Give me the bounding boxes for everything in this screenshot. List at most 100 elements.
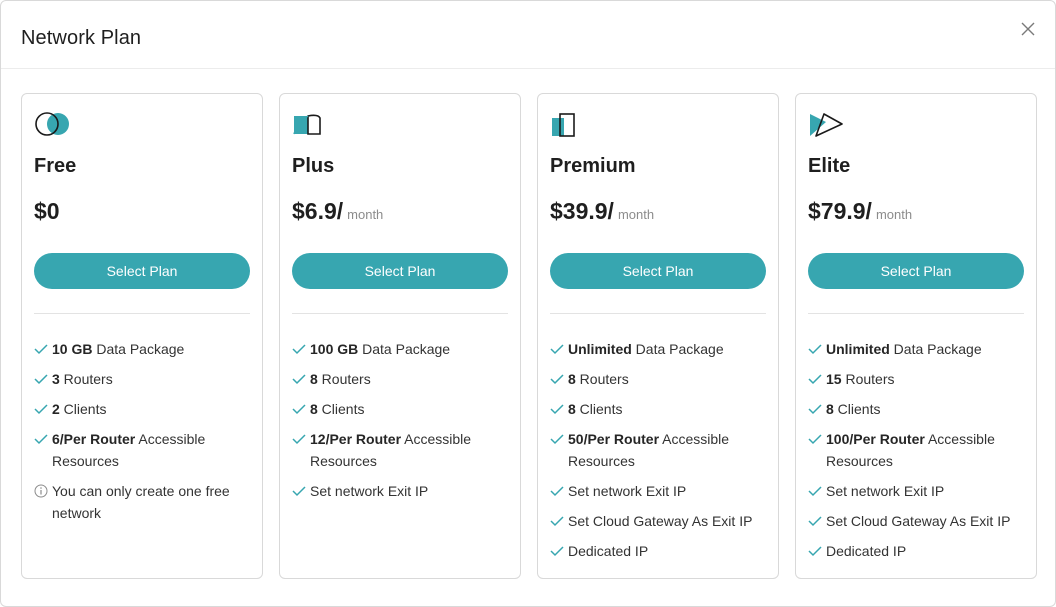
select-plan-button[interactable]: Select Plan bbox=[34, 253, 250, 289]
check-icon bbox=[808, 486, 822, 497]
plan-name: Plus bbox=[292, 155, 335, 177]
feature-item: 8 Clients bbox=[292, 398, 512, 420]
feature-list: 100 GB Data Package 8 Routers 8 Clients … bbox=[292, 338, 512, 510]
feature-text: Clients bbox=[575, 401, 623, 417]
feature-text: Data Package bbox=[92, 341, 185, 357]
check-icon bbox=[292, 404, 306, 415]
plan-price: $39.9/month bbox=[550, 197, 654, 225]
network-plan-modal: Network Plan Free $0 Select Plan 10 GB D… bbox=[0, 0, 1056, 607]
check-icon bbox=[808, 434, 822, 445]
feature-highlight: 15 bbox=[826, 371, 842, 387]
feature-item-note: You can only create one free network bbox=[34, 480, 254, 524]
check-icon bbox=[550, 374, 564, 385]
modal-header: Network Plan bbox=[1, 1, 1055, 69]
check-icon bbox=[550, 434, 564, 445]
price-period: month bbox=[875, 207, 913, 222]
plan-name: Elite bbox=[808, 155, 851, 177]
feature-text: Clients bbox=[317, 401, 365, 417]
price-period: month bbox=[347, 207, 384, 222]
check-icon bbox=[292, 344, 306, 355]
check-icon bbox=[808, 374, 822, 385]
check-icon bbox=[550, 486, 564, 497]
feature-item: 6/Per Router Accessible Resources bbox=[34, 428, 254, 472]
feature-item: 8 Clients bbox=[808, 398, 1028, 420]
check-icon bbox=[34, 374, 48, 385]
triangles-icon bbox=[810, 113, 843, 137]
check-icon bbox=[292, 434, 306, 445]
feature-highlight: 8 bbox=[568, 401, 576, 417]
feature-item: 2 Clients bbox=[34, 398, 254, 420]
feature-item: Unlimited Data Package bbox=[808, 338, 1028, 360]
feature-item: Dedicated IP bbox=[550, 540, 770, 562]
feature-highlight: 12/Per Router bbox=[310, 431, 402, 447]
plan-card-plus: Plus $6.9/month Select Plan 100 GB Data … bbox=[279, 93, 521, 579]
plan-cards: Free $0 Select Plan 10 GB Data Package 3… bbox=[21, 93, 1037, 579]
feature-highlight: 8 bbox=[310, 371, 318, 387]
feature-text: Set Cloud Gateway As Exit IP bbox=[826, 513, 1011, 529]
feature-highlight: 10 GB bbox=[52, 341, 93, 357]
feature-text: Set network Exit IP bbox=[310, 483, 429, 499]
feature-list: 10 GB Data Package 3 Routers 2 Clients 6… bbox=[34, 338, 254, 532]
feature-highlight: 100 GB bbox=[310, 341, 359, 357]
check-icon bbox=[808, 344, 822, 355]
feature-text: Data Package bbox=[358, 341, 451, 357]
feature-highlight: 8 bbox=[826, 401, 834, 417]
plan-price: $0 bbox=[34, 197, 64, 225]
plan-card-free: Free $0 Select Plan 10 GB Data Package 3… bbox=[21, 93, 263, 579]
plan-name: Premium bbox=[550, 155, 636, 177]
circles-icon bbox=[35, 112, 69, 136]
feature-text: Data Package bbox=[631, 341, 724, 357]
divider bbox=[34, 313, 250, 314]
feature-text: You can only create one free network bbox=[52, 483, 230, 521]
feature-highlight: 8 bbox=[310, 401, 318, 417]
price-amount: $39.9/ bbox=[550, 198, 614, 224]
check-icon bbox=[550, 516, 564, 527]
feature-highlight: Unlimited bbox=[826, 341, 890, 357]
feature-item: 10 GB Data Package bbox=[34, 338, 254, 360]
select-plan-button[interactable]: Select Plan bbox=[550, 253, 766, 289]
feature-highlight: 6/Per Router bbox=[52, 431, 136, 447]
feature-text: Clients bbox=[833, 401, 881, 417]
feature-text: Set Cloud Gateway As Exit IP bbox=[568, 513, 753, 529]
feature-highlight: 2 bbox=[52, 401, 60, 417]
feature-item: Set Cloud Gateway As Exit IP bbox=[808, 510, 1028, 532]
feature-highlight: 8 bbox=[568, 371, 576, 387]
plan-card-premium: Premium $39.9/month Select Plan Unlimite… bbox=[537, 93, 779, 579]
feature-highlight: 100/Per Router bbox=[826, 431, 925, 447]
modal-title: Network Plan bbox=[21, 27, 142, 49]
check-icon bbox=[34, 404, 48, 415]
plan-price: $6.9/month bbox=[292, 197, 383, 225]
check-icon bbox=[550, 546, 564, 557]
feature-item: Set network Exit IP bbox=[550, 480, 770, 502]
feature-text: Routers bbox=[317, 371, 371, 387]
check-icon bbox=[34, 344, 48, 355]
feature-item: Unlimited Data Package bbox=[550, 338, 770, 360]
feature-text: Routers bbox=[59, 371, 113, 387]
close-icon[interactable] bbox=[1019, 20, 1037, 38]
check-icon bbox=[292, 374, 306, 385]
check-icon bbox=[34, 434, 48, 445]
quarter-shape-icon bbox=[293, 114, 321, 135]
feature-item: 100 GB Data Package bbox=[292, 338, 512, 360]
feature-text: Set network Exit IP bbox=[568, 483, 687, 499]
feature-highlight: 50/Per Router bbox=[568, 431, 660, 447]
feature-text: Dedicated IP bbox=[826, 543, 907, 559]
feature-item: 12/Per Router Accessible Resources bbox=[292, 428, 512, 472]
info-icon bbox=[34, 484, 48, 498]
feature-text: Set network Exit IP bbox=[826, 483, 945, 499]
feature-list: Unlimited Data Package 15 Routers 8 Clie… bbox=[808, 338, 1028, 570]
feature-item: 8 Routers bbox=[292, 368, 512, 390]
price-amount: $6.9/ bbox=[292, 198, 344, 224]
feature-item: Dedicated IP bbox=[808, 540, 1028, 562]
feature-text: Routers bbox=[841, 371, 895, 387]
price-period: month bbox=[617, 207, 655, 222]
feature-highlight: 3 bbox=[52, 371, 60, 387]
select-plan-button[interactable]: Select Plan bbox=[292, 253, 508, 289]
check-icon bbox=[292, 486, 306, 497]
select-plan-button[interactable]: Select Plan bbox=[808, 253, 1024, 289]
feature-text: Dedicated IP bbox=[568, 543, 649, 559]
check-icon bbox=[550, 344, 564, 355]
feature-item: Set network Exit IP bbox=[808, 480, 1028, 502]
check-icon bbox=[550, 404, 564, 415]
feature-item: 8 Routers bbox=[550, 368, 770, 390]
